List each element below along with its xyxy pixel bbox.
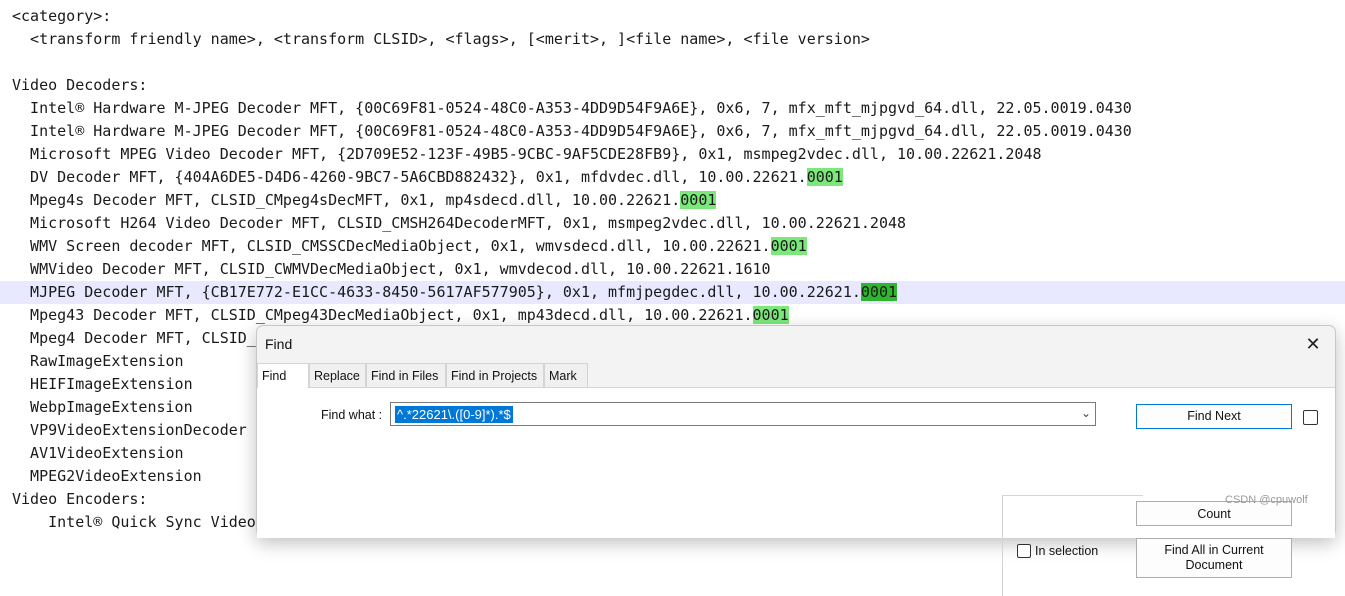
line-text: <transform friendly name>, <transform CL… xyxy=(12,30,870,48)
line-text: Mpeg4s Decoder MFT, CLSID_CMpeg4sDecMFT,… xyxy=(12,191,681,209)
transparency-checkbox[interactable] xyxy=(1303,410,1318,425)
editor-line[interactable]: <category>: xyxy=(12,5,111,28)
editor-line[interactable]: Intel® Quick Sync Video H xyxy=(12,511,274,534)
editor-line[interactable]: Video Encoders: xyxy=(12,488,147,511)
line-text: WMVideo Decoder MFT, CLSID_CWMVDecMediaO… xyxy=(12,260,771,278)
search-match-highlight: 0001 xyxy=(806,168,843,186)
chevron-down-icon[interactable]: ⌄ xyxy=(1081,406,1091,420)
editor-line[interactable]: Mpeg4 Decoder MFT, CLSID_ xyxy=(12,327,256,350)
find-dialog: Find ✕ Find Replace Find in Files Find i… xyxy=(256,325,1336,596)
line-text: Microsoft H264 Video Decoder MFT, CLSID_… xyxy=(12,214,907,232)
line-text: Mpeg4 Decoder MFT, CLSID_ xyxy=(12,329,256,347)
dialog-tabs: Find Replace Find in Files Find in Proje… xyxy=(257,362,1335,389)
line-text: MPEG2VideoExtension xyxy=(12,467,202,485)
find-panel: Find what : ^.*22621\.([0-9]*).*$ ⌄ Find… xyxy=(257,388,1335,596)
tab-find-in-files[interactable]: Find in Files xyxy=(366,363,446,387)
tab-replace[interactable]: Replace xyxy=(309,363,366,387)
editor-line[interactable]: Intel® Hardware M-JPEG Decoder MFT, {00C… xyxy=(12,120,1132,143)
watermark: CSDN @cpuwolf xyxy=(1225,494,1308,506)
line-text: WebpImageExtension xyxy=(12,398,193,416)
in-selection-label: In selection xyxy=(1035,544,1099,558)
current-line[interactable]: MJPEG Decoder MFT, {CB17E772-E1CC-4633-8… xyxy=(0,281,1345,304)
line-text: HEIFImageExtension xyxy=(12,375,193,393)
editor-line[interactable]: HEIFImageExtension xyxy=(12,373,193,396)
search-match-highlight: 0001 xyxy=(752,306,789,324)
editor-line[interactable]: AV1VideoExtension xyxy=(12,442,184,465)
close-icon[interactable]: ✕ xyxy=(1303,334,1323,354)
line-text: WMV Screen decoder MFT, CLSID_CMSSCDecMe… xyxy=(12,237,771,255)
line-text: Intel® Quick Sync Video H xyxy=(12,513,274,531)
editor-line[interactable]: <transform friendly name>, <transform CL… xyxy=(12,28,870,51)
editor-line[interactable]: Mpeg43 Decoder MFT, CLSID_CMpeg43DecMedi… xyxy=(12,304,789,327)
editor-line[interactable]: WMVideo Decoder MFT, CLSID_CWMVDecMediaO… xyxy=(12,258,771,281)
find-what-value[interactable]: ^.*22621\.([0-9]*).*$ xyxy=(395,406,513,423)
line-text: Microsoft MPEG Video Decoder MFT, {2D709… xyxy=(12,145,1042,163)
find-what-label: Find what : xyxy=(321,408,383,422)
editor-line[interactable]: Microsoft MPEG Video Decoder MFT, {2D709… xyxy=(12,143,1042,166)
editor-line[interactable]: Microsoft H264 Video Decoder MFT, CLSID_… xyxy=(12,212,906,235)
line-text: RawImageExtension xyxy=(12,352,184,370)
search-match-highlight: 0001 xyxy=(680,191,717,209)
tab-find[interactable]: Find xyxy=(257,363,309,389)
editor-line[interactable]: MPEG2VideoExtension xyxy=(12,465,202,488)
line-text: DV Decoder MFT, {404A6DE5-D4D6-4260-9BC7… xyxy=(12,168,807,186)
editor-line[interactable]: Intel® Hardware M-JPEG Decoder MFT, {00C… xyxy=(12,97,1132,120)
line-text: Mpeg43 Decoder MFT, CLSID_CMpeg43DecMedi… xyxy=(12,306,753,324)
find-next-button[interactable]: Find Next xyxy=(1136,404,1292,429)
tab-find-in-projects[interactable]: Find in Projects xyxy=(446,363,544,387)
editor-line[interactable]: WebpImageExtension xyxy=(12,396,193,419)
find-all-current-document-button[interactable]: Find All in Current Document xyxy=(1136,538,1292,578)
tab-mark[interactable]: Mark xyxy=(544,363,588,387)
editor-line[interactable]: WMV Screen decoder MFT, CLSID_CMSSCDecMe… xyxy=(12,235,807,258)
line-text: AV1VideoExtension xyxy=(12,444,184,462)
editor-line[interactable]: DV Decoder MFT, {404A6DE5-D4D6-4260-9BC7… xyxy=(12,166,843,189)
in-selection-checkbox[interactable] xyxy=(1017,544,1031,558)
line-text: VP9VideoExtensionDecoder xyxy=(12,421,247,439)
line-text: Video Encoders: xyxy=(12,490,148,508)
search-match-highlight: 0001 xyxy=(770,237,807,255)
line-text: Intel® Hardware M-JPEG Decoder MFT, {00C… xyxy=(12,99,1132,117)
dialog-title: Find xyxy=(265,336,293,352)
line-text: Intel® Hardware M-JPEG Decoder MFT, {00C… xyxy=(12,122,1132,140)
search-match-highlight: 0001 xyxy=(860,283,898,301)
line-text: <category>: xyxy=(12,7,112,25)
editor-line[interactable]: Video Decoders: xyxy=(12,74,147,97)
editor-line[interactable]: VP9VideoExtensionDecoder xyxy=(12,419,247,442)
find-what-input[interactable]: ^.*22621\.([0-9]*).*$ ⌄ xyxy=(390,402,1096,426)
line-text: Video Decoders: xyxy=(12,76,148,94)
line-text: MJPEG Decoder MFT, {CB17E772-E1CC-4633-8… xyxy=(12,283,861,301)
editor-line[interactable]: RawImageExtension xyxy=(12,350,184,373)
editor-line[interactable]: Mpeg4s Decoder MFT, CLSID_CMpeg4sDecMFT,… xyxy=(12,189,717,212)
